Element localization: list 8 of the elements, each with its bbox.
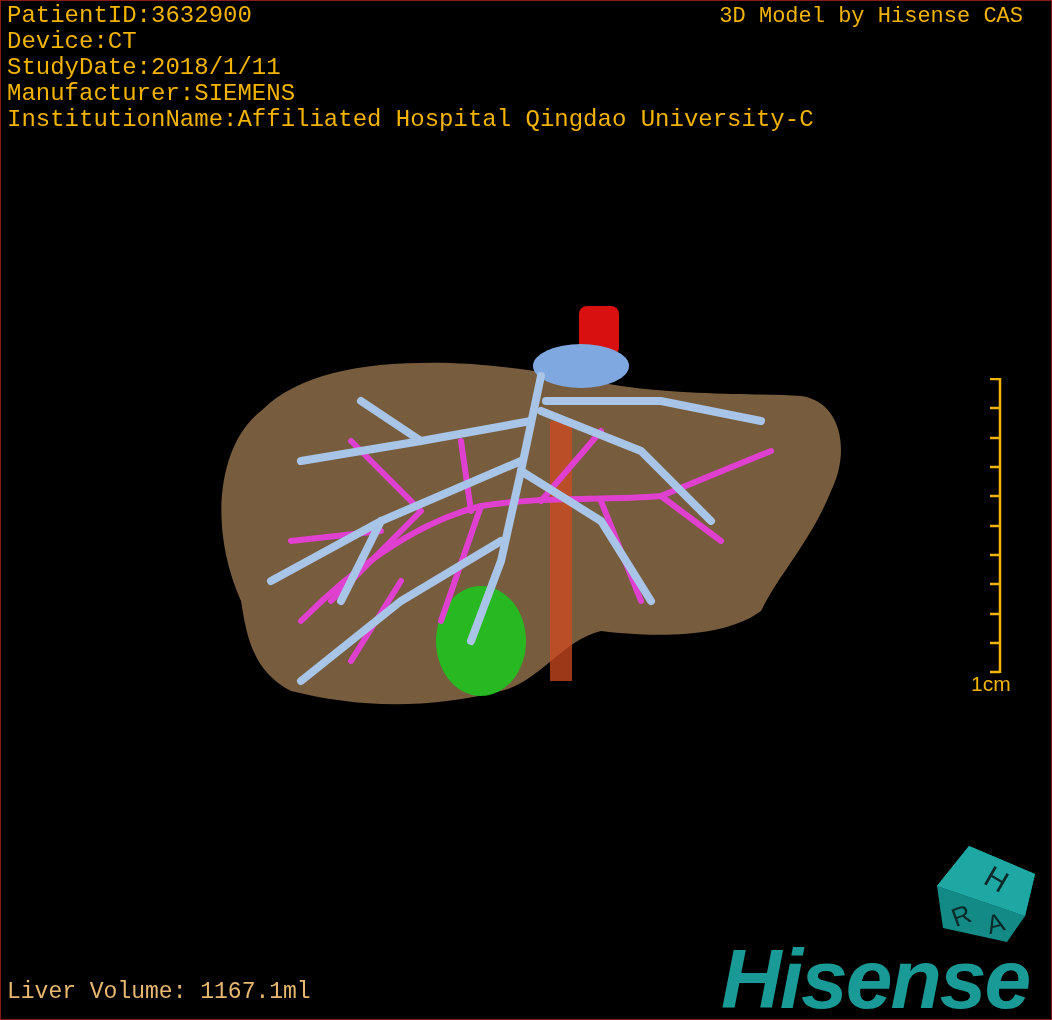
info-line: PatientID:3632900 <box>7 3 252 29</box>
liver-volume: Liver Volume: 1167.1ml <box>7 979 311 1005</box>
info-line: Device:CT <box>7 29 137 55</box>
scale-label: 1cm <box>971 672 1011 696</box>
info-line: StudyDate:2018/1/11 <box>7 55 281 81</box>
model-credit: 3D Model by Hisense CAS <box>719 4 1023 30</box>
info-line: Manufacturer:SIEMENS <box>7 81 296 107</box>
info-line: InstitutionName:Affiliated Hospital Qingdao University-C <box>7 107 814 133</box>
